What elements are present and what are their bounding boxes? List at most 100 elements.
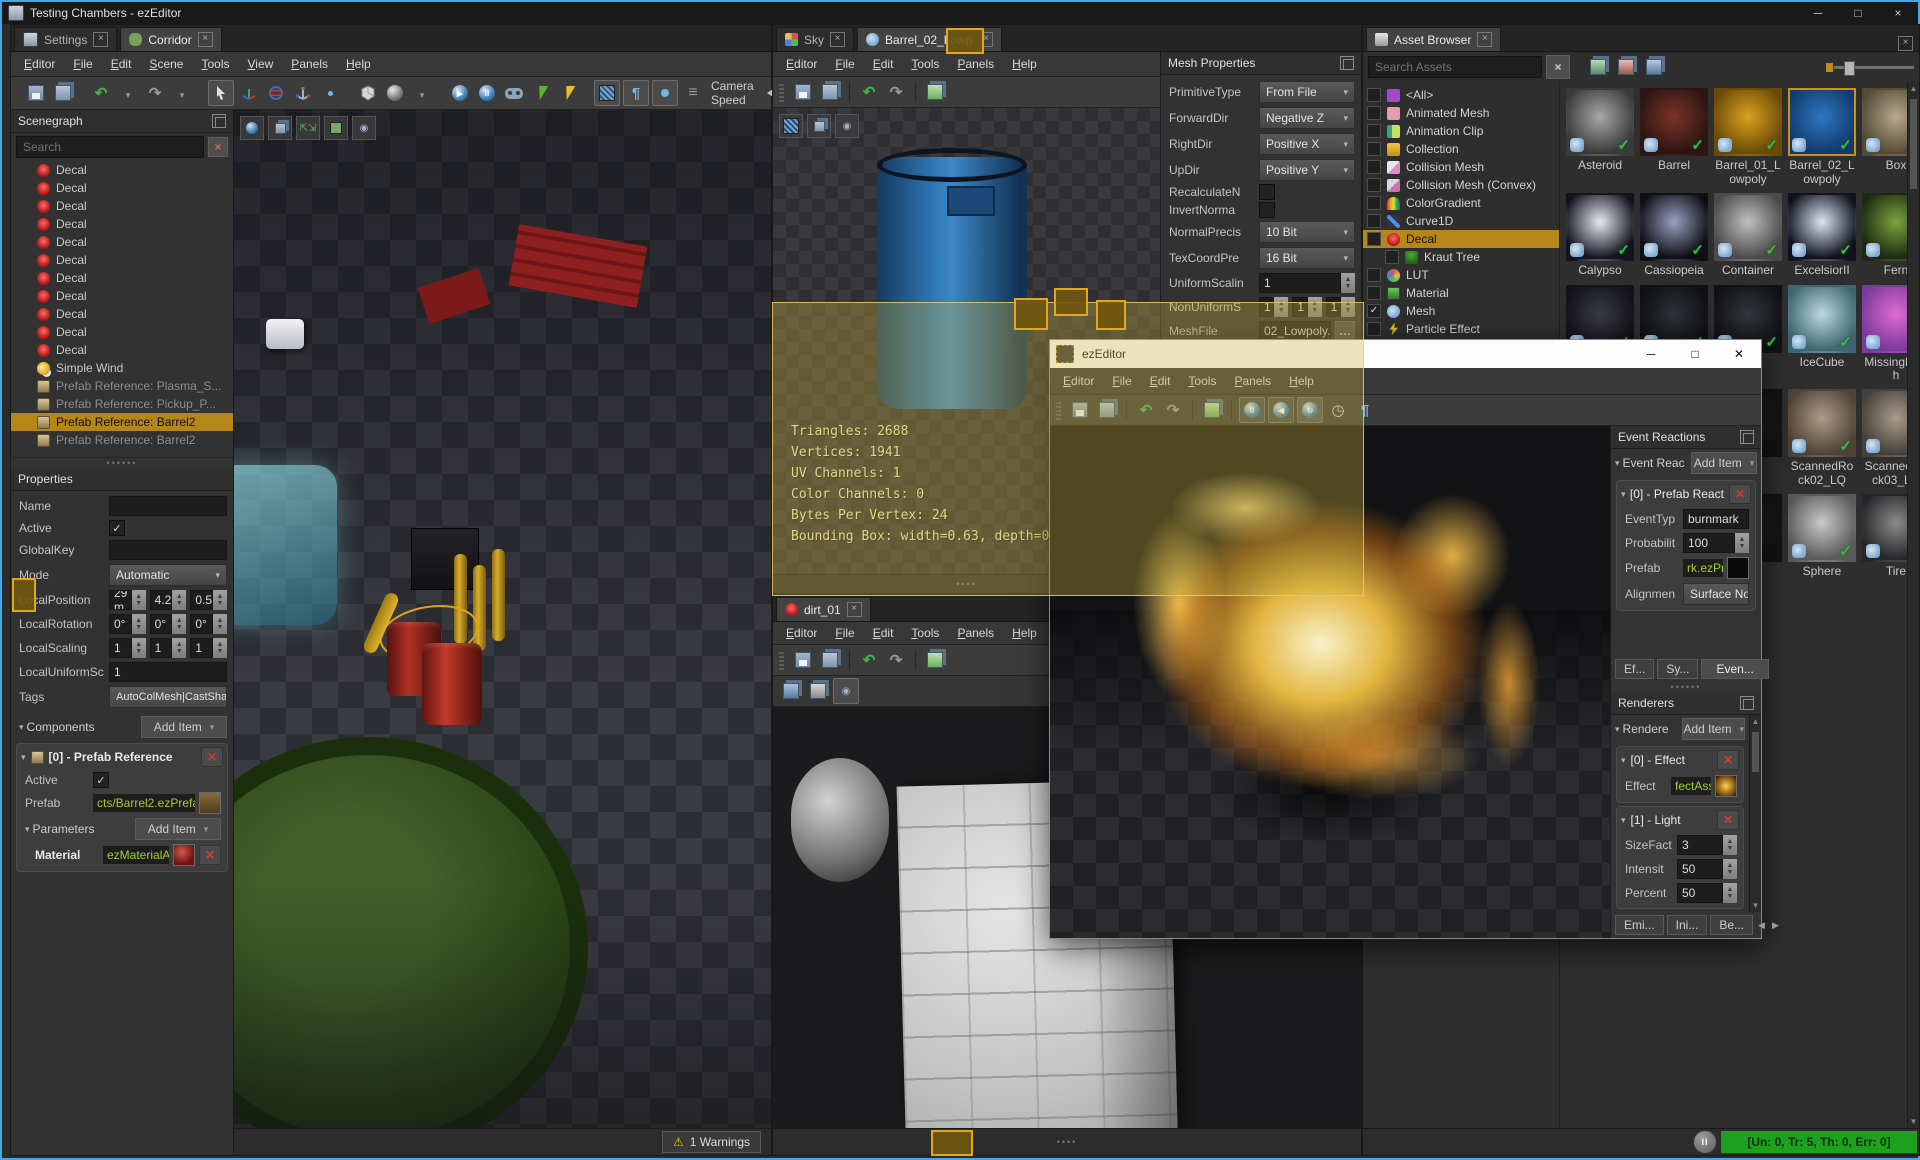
scroll-down-icon[interactable]: ▼ <box>1910 1115 1918 1128</box>
document-tab[interactable]: dirt_01 <box>776 597 871 621</box>
tab-behavior[interactable]: Be... <box>1710 915 1754 935</box>
prefab-thumbnail-button[interactable] <box>1727 557 1749 579</box>
rightdir-dropdown[interactable]: Positive X <box>1259 133 1355 155</box>
asset-thumbnail[interactable]: ✓ <box>1788 88 1856 156</box>
uniform-scaling-field[interactable]: 1 <box>109 662 227 682</box>
float-panel-icon[interactable] <box>212 114 226 128</box>
item-collapse-caret[interactable] <box>1621 755 1626 766</box>
minimize-button[interactable]: ─ <box>1629 340 1673 368</box>
asset-item[interactable]: ✓ Fern <box>1862 192 1907 279</box>
snap-settings-button[interactable] <box>318 81 342 105</box>
type-filter-checkbox[interactable]: ✓ <box>1367 304 1381 318</box>
scaling-z-value[interactable]: 1 <box>190 638 214 658</box>
menu-item[interactable]: Panels <box>948 623 1003 643</box>
document-tab[interactable]: Corridor <box>120 27 222 51</box>
tab-close-icon[interactable] <box>93 32 109 47</box>
pause-effect-button[interactable]: II <box>1239 397 1265 423</box>
material-thumbnail-button[interactable] <box>173 844 195 866</box>
save-button[interactable] <box>791 80 815 104</box>
scenegraph-item[interactable]: Decal <box>11 251 233 269</box>
asset-item[interactable]: ✓ Box <box>1862 88 1907 187</box>
asset-type-item[interactable]: Material <box>1363 284 1559 302</box>
scenegraph-panel-header[interactable]: Scenegraph <box>11 110 233 133</box>
menu-item[interactable]: Help <box>1003 623 1046 643</box>
scaling-x-value[interactable]: 1 <box>109 638 132 658</box>
asset-type-item[interactable]: Collision Mesh <box>1363 158 1559 176</box>
export-image-button[interactable] <box>807 114 831 138</box>
list-view-button[interactable] <box>1642 55 1666 79</box>
main-title-bar[interactable]: Testing Chambers - ezEditor ─ □ × <box>2 2 1918 24</box>
spinner-arrows[interactable] <box>131 638 146 658</box>
primitivetype-dropdown[interactable]: From File <box>1259 81 1355 103</box>
asset-type-item[interactable]: ColorGradient <box>1363 194 1559 212</box>
rotation-y-value[interactable]: 0° <box>149 614 173 634</box>
asset-thumbnail[interactable]: ✓ <box>1788 284 1856 353</box>
scaling-z-stepper[interactable]: 1 <box>190 638 228 658</box>
redo-button[interactable] <box>884 80 908 104</box>
redo-button[interactable] <box>1161 398 1185 422</box>
spinner-arrows[interactable] <box>1723 883 1737 903</box>
browse-file-button[interactable]: … <box>1335 321 1355 341</box>
asset-thumbnail[interactable]: ✓ <box>1640 192 1708 261</box>
asset-thumbnail[interactable]: ✓ <box>1566 88 1634 156</box>
scenegraph-item[interactable]: Simple Wind <box>11 359 233 377</box>
name-field[interactable] <box>109 496 227 516</box>
scenegraph-item[interactable]: Prefab Reference: Pickup_P... <box>11 395 233 413</box>
scale-tool-button[interactable] <box>291 81 315 105</box>
rotation-y-stepper[interactable]: 0° <box>149 614 187 634</box>
scenegraph-item[interactable]: Decal <box>11 215 233 233</box>
item-collapse-caret[interactable] <box>1621 815 1626 826</box>
add-renderer-button[interactable]: Add Item <box>1682 718 1745 740</box>
spinner-arrows[interactable] <box>1723 835 1737 855</box>
transform-asset-button[interactable] <box>923 80 947 104</box>
scenegraph-search-input[interactable] <box>16 136 204 158</box>
remove-parameter-button[interactable] <box>199 845 221 865</box>
asset-type-item[interactable]: ✓ Mesh <box>1363 302 1559 320</box>
asset-item[interactable]: ✓ IceCube <box>1788 284 1856 384</box>
scaling-x-stepper[interactable]: 1 <box>109 638 146 658</box>
asset-browser-tab[interactable]: Asset Browser <box>1366 27 1502 51</box>
asset-thumbnail[interactable]: ✓ <box>1714 192 1782 261</box>
save-all-button[interactable] <box>51 81 75 105</box>
rotation-z-stepper[interactable]: 0° <box>190 614 228 634</box>
camera-button[interactable]: ◉ <box>352 116 376 140</box>
float-panel-icon[interactable] <box>1340 56 1354 70</box>
probability-stepper[interactable]: 100 <box>1683 533 1749 553</box>
invertnormals-checkbox[interactable] <box>1259 202 1275 218</box>
spinner-arrows[interactable] <box>213 638 228 658</box>
tab-close-icon[interactable] <box>197 32 213 47</box>
remove-item-button[interactable] <box>1717 810 1739 830</box>
material-asset-field[interactable]: ezMaterialAsset <box>103 846 169 864</box>
save-all-button[interactable] <box>818 80 842 104</box>
panel-close-icon[interactable] <box>1898 36 1913 51</box>
nonuniform-y-stepper[interactable]: 1 <box>1292 297 1322 317</box>
asset-type-item[interactable]: Animation Clip <box>1363 122 1559 140</box>
nonuniform-z-stepper[interactable]: 1 <box>1325 297 1355 317</box>
asset-item[interactable]: ✓ Barrel <box>1640 88 1708 187</box>
percentage-value[interactable]: 50 <box>1677 883 1723 903</box>
type-filter-checkbox[interactable] <box>1367 178 1381 192</box>
asset-grid-scrollbar[interactable]: ▲ ▼ <box>1907 82 1919 1128</box>
tab-emitter[interactable]: Emi... <box>1615 915 1664 935</box>
menu-item[interactable]: File <box>64 54 101 74</box>
rotation-z-value[interactable]: 0° <box>190 614 214 634</box>
save-button[interactable] <box>24 81 48 105</box>
maximize-button[interactable]: □ <box>1838 2 1878 24</box>
add-parameter-button[interactable]: Add Item <box>135 818 221 840</box>
scenegraph-item[interactable]: Decal <box>11 341 233 359</box>
component-collapse-caret[interactable] <box>21 752 26 763</box>
clear-search-button[interactable]: × <box>1546 55 1570 79</box>
remove-item-button[interactable] <box>1717 750 1739 770</box>
asset-item[interactable]: ✓ Barrel_02_Lowpoly <box>1788 88 1856 187</box>
asset-item[interactable]: ✓ ExcelsiorII <box>1788 192 1856 279</box>
tab-scroll-right-icon[interactable]: ▶ <box>1770 920 1781 931</box>
camera-views-button[interactable] <box>240 116 264 140</box>
menu-item[interactable]: Panels <box>948 54 1003 74</box>
thumbnail-size-slider[interactable] <box>1826 60 1914 76</box>
position-z-value[interactable]: 0.5 <box>190 590 214 610</box>
spinner-arrows[interactable] <box>1735 533 1749 553</box>
event-reactions-header[interactable]: Event Reactions <box>1611 426 1761 449</box>
add-event-reaction-button[interactable]: Add Item <box>1691 452 1757 474</box>
menu-item[interactable]: File <box>826 54 863 74</box>
asset-thumbnail[interactable]: ✓ <box>1788 493 1856 562</box>
